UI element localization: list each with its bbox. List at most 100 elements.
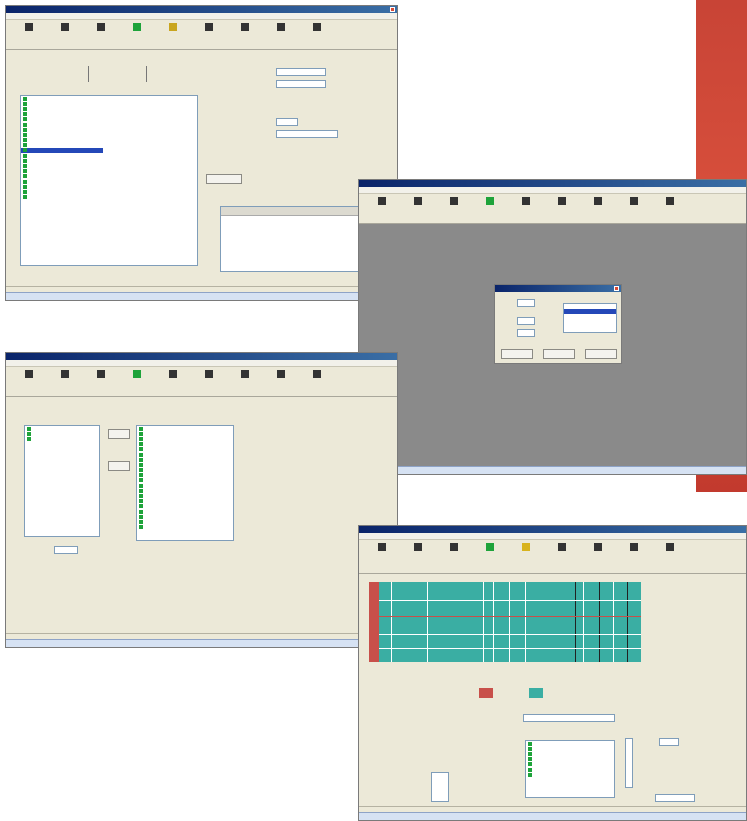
toolbar-button[interactable]	[473, 194, 509, 222]
dot-icon	[630, 197, 638, 205]
toolbar-button[interactable]	[437, 540, 473, 568]
grid-line	[575, 582, 576, 662]
list-item[interactable]	[25, 436, 99, 441]
list-icon	[450, 197, 458, 205]
right-list[interactable]	[136, 425, 234, 541]
toolbar-button[interactable]	[653, 194, 689, 222]
lock-icon	[25, 23, 33, 31]
dropdown-field[interactable]	[523, 714, 615, 722]
grid-line	[391, 582, 392, 662]
text-field[interactable]	[54, 546, 78, 554]
lock-icon	[25, 370, 33, 378]
dialog-field[interactable]	[517, 329, 535, 337]
move-left-button[interactable]	[108, 461, 130, 471]
toolbar-button[interactable]	[653, 540, 689, 568]
dialog-list[interactable]	[563, 303, 617, 333]
left-list[interactable]	[24, 425, 100, 537]
pen-icon	[594, 197, 602, 205]
move-right-button[interactable]	[108, 429, 130, 439]
toolbar-button[interactable]	[84, 367, 120, 395]
toolbar-button[interactable]	[401, 194, 437, 222]
grid-line	[525, 582, 526, 662]
toolbar-button[interactable]	[84, 20, 120, 48]
sub-list-header	[221, 207, 359, 216]
toolbar-button[interactable]	[156, 367, 192, 395]
dialog-close-button[interactable]	[614, 286, 619, 291]
grid-line	[599, 582, 600, 662]
grid-line	[379, 648, 641, 649]
text-field[interactable]	[659, 738, 679, 746]
toolbar-button[interactable]	[545, 194, 581, 222]
dialog-field[interactable]	[517, 299, 535, 307]
taskbar	[359, 466, 746, 474]
grid-line	[483, 582, 484, 662]
toolbar-button[interactable]	[300, 367, 336, 395]
toolbar-button[interactable]	[228, 20, 264, 48]
toolbar-button[interactable]	[120, 20, 156, 48]
dot-icon	[630, 543, 638, 551]
toolbar-button[interactable]	[437, 194, 473, 222]
dialog-field[interactable]	[517, 317, 535, 325]
seat-grid[interactable]	[369, 582, 641, 662]
sub-list[interactable]	[220, 206, 360, 272]
toolbar-button[interactable]	[48, 367, 84, 395]
seat-list[interactable]	[525, 740, 615, 798]
toolbar	[6, 367, 397, 397]
toolbar-button[interactable]	[192, 20, 228, 48]
toolbar-button[interactable]	[473, 540, 509, 568]
legend-swatch-teal	[529, 688, 543, 698]
help-button[interactable]	[585, 349, 617, 359]
title-bar	[6, 353, 397, 360]
toolbar-button[interactable]	[401, 540, 437, 568]
ok-button[interactable]	[501, 349, 533, 359]
toolbar-button[interactable]	[581, 540, 617, 568]
list-item[interactable]	[21, 195, 197, 200]
grid-line	[613, 582, 614, 662]
chart-icon	[169, 23, 177, 31]
menu-bar	[6, 360, 397, 367]
text-field[interactable]	[276, 68, 326, 76]
list-item[interactable]	[526, 772, 614, 777]
toolbar-button[interactable]	[581, 194, 617, 222]
toolbar-button[interactable]	[300, 20, 336, 48]
close-button[interactable]	[390, 7, 395, 12]
grid-red-column	[369, 582, 379, 662]
grid-line	[627, 582, 628, 662]
taskbar	[6, 639, 397, 647]
lock-icon	[378, 543, 386, 551]
toolbar-button[interactable]	[264, 367, 300, 395]
toolbar-button[interactable]	[156, 20, 192, 48]
toolbar-button[interactable]	[48, 20, 84, 48]
side-list[interactable]	[625, 738, 633, 788]
window-3	[5, 352, 398, 648]
toolbar-button[interactable]	[617, 194, 653, 222]
toolbar-button[interactable]	[120, 367, 156, 395]
toolbar-button[interactable]	[365, 540, 401, 568]
dialog-title-bar	[495, 285, 621, 292]
dropdown-field[interactable]	[276, 130, 338, 138]
menu-bar	[359, 533, 746, 540]
chart-icon	[522, 197, 530, 205]
text-field[interactable]	[276, 80, 326, 88]
small-list[interactable]	[431, 772, 449, 802]
action-button[interactable]	[206, 174, 242, 184]
list-icon	[450, 543, 458, 551]
toolbar-button[interactable]	[228, 367, 264, 395]
grid-line	[493, 582, 494, 662]
toolbar-button[interactable]	[545, 540, 581, 568]
list-item[interactable]	[137, 525, 233, 530]
cancel-button[interactable]	[543, 349, 575, 359]
grid-icon	[133, 370, 141, 378]
toolbar-button[interactable]	[12, 367, 48, 395]
toolbar-button[interactable]	[12, 20, 48, 48]
toolbar-button[interactable]	[365, 194, 401, 222]
toolbar-button[interactable]	[264, 20, 300, 48]
list-item[interactable]	[564, 320, 616, 325]
toolbar-button[interactable]	[509, 194, 545, 222]
text-field[interactable]	[655, 794, 695, 802]
text-field[interactable]	[276, 118, 298, 126]
toolbar-button[interactable]	[509, 540, 545, 568]
toolbar-button[interactable]	[192, 367, 228, 395]
toolbar-button[interactable]	[617, 540, 653, 568]
item-list[interactable]	[20, 95, 198, 266]
